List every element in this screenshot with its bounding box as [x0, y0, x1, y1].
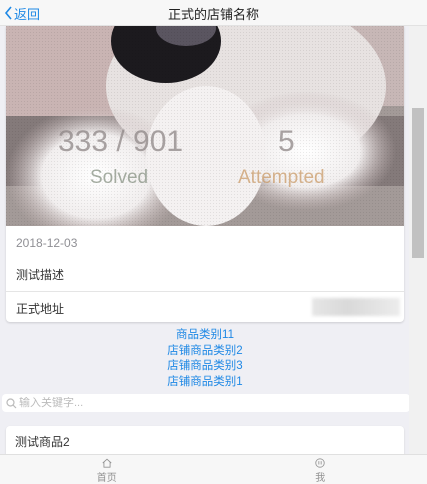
scroll-content[interactable]: 333 / 901 5 Solved Attempted 2018-12-03 … — [0, 26, 427, 454]
user-icon — [315, 458, 325, 468]
store-card: 333 / 901 5 Solved Attempted 2018-12-03 … — [6, 26, 404, 322]
category-link[interactable]: 商品类别11 — [0, 328, 410, 344]
page-title: 正式的店铺名称 — [167, 7, 259, 22]
search-bar — [2, 394, 410, 412]
tab-home-label: 首页 — [96, 473, 117, 484]
banner-score-text: 333 / 901 — [58, 125, 183, 158]
nav-bar: 返回 正式的店铺名称 — [0, 0, 427, 26]
search-icon — [6, 397, 17, 409]
store-date: 2018-12-03 — [16, 236, 78, 250]
store-description: 测试描述 — [16, 268, 65, 282]
product-name: 测试商品2 — [15, 435, 70, 449]
tab-home[interactable]: 首页 — [0, 455, 214, 484]
category-link[interactable]: 店铺商品类别1 — [0, 375, 410, 391]
category-list: 商品类别11 店铺商品类别2 店铺商品类别3 店铺商品类别1 — [0, 328, 410, 390]
category-link[interactable]: 店铺商品类别3 — [0, 359, 410, 375]
scrollbar-thumb[interactable] — [412, 108, 424, 258]
tab-me[interactable]: 我 — [214, 455, 427, 484]
search-input[interactable] — [17, 397, 379, 409]
banner-number-text: 5 — [278, 125, 295, 158]
home-icon — [102, 458, 112, 468]
category-link[interactable]: 店铺商品类别2 — [0, 344, 410, 360]
tab-bar: 首页 我 — [0, 454, 427, 484]
banner-attempted-text: Attempted — [238, 167, 325, 188]
address-value-blurred — [312, 298, 400, 316]
divider — [6, 291, 404, 292]
tab-me-label: 我 — [315, 473, 326, 484]
store-address-label: 正式地址 — [16, 302, 65, 316]
banner-solved-text: Solved — [90, 167, 148, 188]
product-list-item[interactable]: 测试商品2 — [6, 426, 404, 454]
store-banner-image: 333 / 901 5 Solved Attempted — [6, 26, 404, 226]
scrollbar[interactable] — [409, 26, 427, 454]
